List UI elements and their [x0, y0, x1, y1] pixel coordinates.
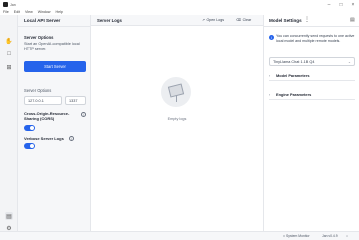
server-options-heading: Server Options: [24, 35, 54, 40]
window-controls: – □ ×: [323, 0, 359, 9]
concurrency-notice: You can concurrently send requests to on…: [276, 34, 355, 43]
model-parameters-section[interactable]: › Model Parameters: [269, 71, 355, 81]
folder-icon: ↗: [202, 18, 206, 23]
system-monitor-button[interactable]: □ System Monitor: [283, 234, 310, 238]
info-icon[interactable]: i: [69, 136, 74, 141]
server-options-label: Server Options: [24, 88, 52, 93]
menu-edit[interactable]: Edit: [14, 10, 20, 14]
settings-title: Model Settings: [269, 18, 302, 23]
clear-logs-button[interactable]: ⌫ Clear: [234, 17, 253, 25]
open-logs-label: Open Logs: [206, 18, 225, 23]
chevron-right-icon: ›: [269, 73, 271, 78]
window-title: Jan: [10, 2, 16, 7]
chevron-right-icon: ›: [269, 92, 271, 97]
monitor-icon: □: [283, 234, 286, 238]
left-rail: ✋ □ ⊞ ▤ ⚙: [0, 15, 18, 232]
empty-logs-text: Empty logs: [167, 117, 187, 121]
menu-file[interactable]: File: [3, 10, 9, 14]
local-api-server-panel: Local API Server Server Options Start an…: [18, 15, 91, 231]
maximize-button[interactable]: □: [335, 0, 347, 9]
clear-logs-label: Clear: [242, 18, 252, 23]
app-version: Jan v0.4.9: [322, 234, 338, 238]
info-icon[interactable]: i: [81, 112, 86, 117]
hand-wave-icon[interactable]: ✋: [5, 37, 13, 45]
open-logs-button[interactable]: ↗ Open Logs: [200, 17, 226, 25]
sign-post: [176, 95, 177, 102]
divider: [18, 26, 91, 27]
logs-title: Server Logs: [97, 18, 122, 23]
info-circle-icon: i: [269, 35, 274, 40]
local-server-icon[interactable]: ▤: [5, 212, 13, 220]
trash-icon: ⌫: [236, 18, 242, 23]
empty-logs-illustration: [161, 77, 191, 107]
selected-model: TinyLlama Chat 1.1B Q4: [273, 59, 315, 64]
host-input[interactable]: 127.0.0.1: [24, 96, 62, 105]
status-bar: □ System Monitor Jan v0.4.9 ○: [0, 231, 359, 240]
logs-header: Server Logs ↗ Open Logs ⌫ Clear: [91, 15, 263, 26]
server-logs-panel: Server Logs ↗ Open Logs ⌫ Clear Empty lo…: [91, 15, 263, 231]
more-options-icon[interactable]: ⋮: [304, 16, 310, 23]
divider: [264, 26, 359, 27]
chevron-down-icon: ⌄: [347, 59, 351, 64]
app-logo-icon: [3, 2, 8, 7]
engine-parameters-section[interactable]: › Engine Parameters: [269, 90, 355, 100]
menu-help[interactable]: Help: [56, 10, 63, 14]
chat-icon[interactable]: □: [5, 50, 13, 58]
engine-parameters-label: Engine Parameters: [276, 92, 312, 97]
minimize-button[interactable]: –: [323, 0, 335, 9]
start-server-button[interactable]: Start Server: [24, 61, 86, 72]
model-settings-panel: Model Settings ⋮ ▤ i You can concurrentl…: [263, 15, 359, 231]
model-parameters-label: Model Parameters: [276, 73, 310, 78]
social-icon[interactable]: ○: [346, 234, 348, 238]
title-bar: Jan – □ ×: [0, 0, 359, 9]
port-input[interactable]: 1337: [65, 96, 86, 105]
menu-window[interactable]: Window: [38, 10, 51, 14]
server-panel-title: Local API Server: [24, 18, 61, 23]
server-description: Start an OpenAI-compatible local HTTP se…: [24, 42, 80, 52]
close-window-button[interactable]: ×: [347, 0, 359, 9]
cors-label: Cross-Origin-Resource-Sharing (CORS): [24, 111, 70, 122]
hub-grid-icon[interactable]: ⊞: [5, 63, 13, 71]
system-monitor-label: System Monitor: [286, 234, 310, 238]
menu-view[interactable]: View: [25, 10, 33, 14]
cors-toggle[interactable]: [24, 125, 35, 131]
verbose-logs-toggle[interactable]: [24, 143, 35, 149]
model-select[interactable]: TinyLlama Chat 1.1B Q4 ⌄: [269, 57, 355, 66]
collapse-panel-icon[interactable]: ▤: [350, 17, 355, 23]
